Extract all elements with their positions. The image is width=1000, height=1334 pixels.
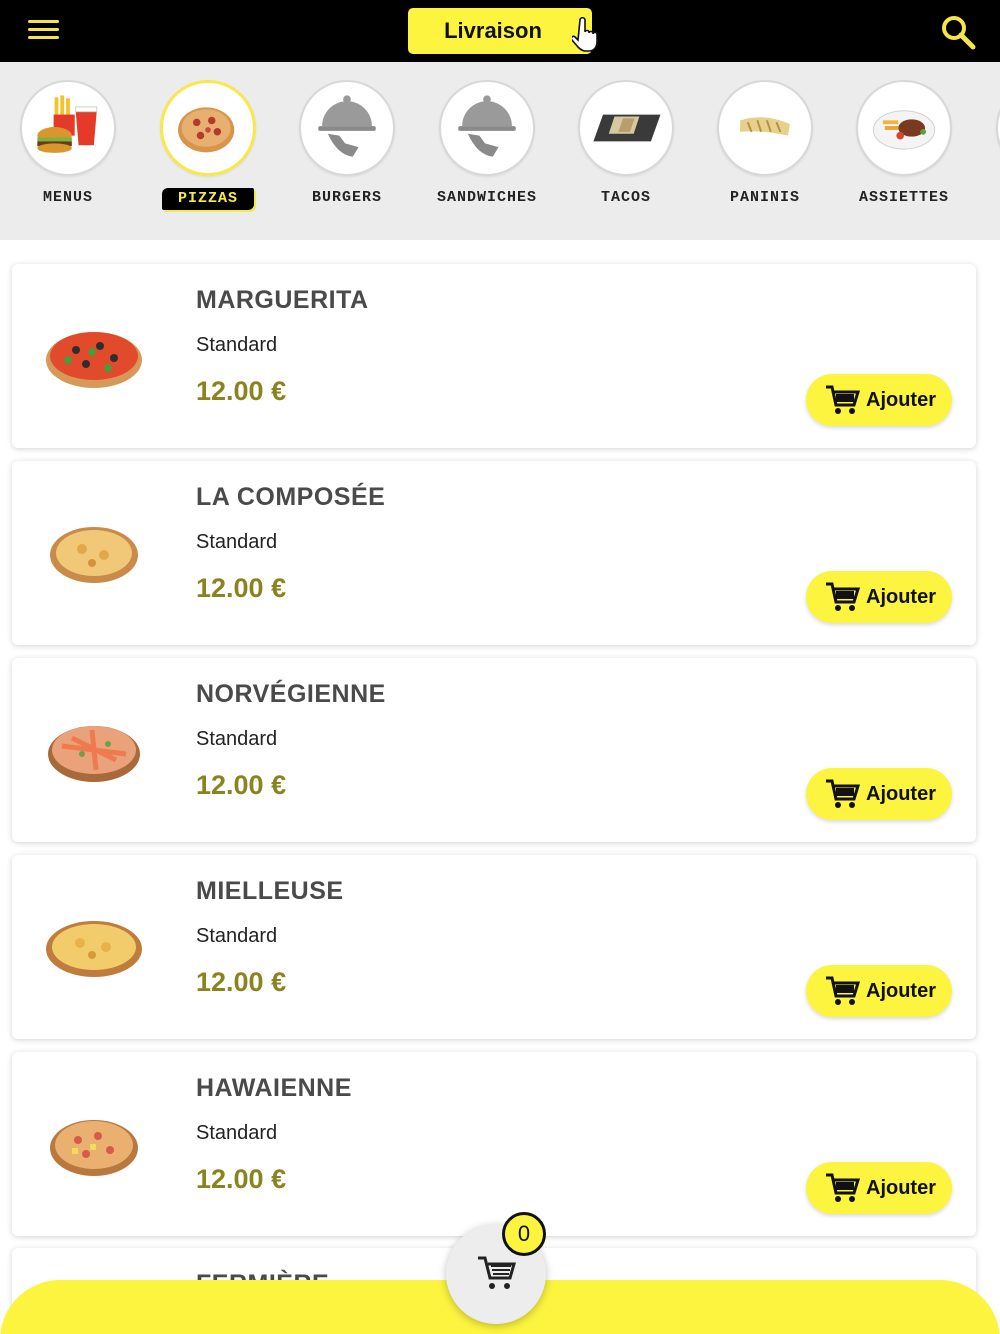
category-label: BURGERS — [311, 189, 382, 206]
menu-combo-icon — [20, 80, 116, 176]
product-size: Standard — [196, 334, 278, 356]
add-to-cart-button[interactable]: Ajouter — [806, 571, 952, 623]
add-label: Ajouter — [866, 388, 936, 411]
product-size: Standard — [196, 1122, 278, 1144]
pizza-image — [48, 726, 140, 782]
product-price: 12.00 € — [196, 770, 287, 800]
category-next-partial[interactable] — [984, 80, 1000, 176]
hamburger-menu-icon[interactable] — [28, 20, 60, 42]
category-label: PIZZAS — [162, 188, 254, 210]
add-label: Ajouter — [866, 1176, 936, 1199]
panini-icon — [717, 80, 813, 176]
cart-icon — [826, 779, 860, 808]
category-tacos[interactable]: TACOS — [566, 80, 686, 208]
add-to-cart-button[interactable]: Ajouter — [806, 374, 952, 426]
plate-icon — [856, 80, 952, 176]
add-label: Ajouter — [866, 782, 936, 805]
product-size: Standard — [196, 925, 278, 947]
category-next-icon — [996, 80, 1000, 176]
product-name: NORVÉGIENNE — [196, 680, 386, 708]
category-assiettes[interactable]: ASSIETTES — [844, 80, 964, 208]
top-bar: Livraison — [0, 0, 1000, 62]
product-card-norvegienne: NORVÉGIENNE Standard 12.00 € Ajouter — [12, 658, 976, 842]
product-card-hawaienne: HAWAIENNE Standard 12.00 € Ajouter — [12, 1052, 976, 1236]
delivery-mode-label: Livraison — [444, 18, 542, 43]
category-menus[interactable]: MENUS — [8, 80, 128, 208]
pizza-image — [50, 1120, 138, 1176]
category-label: ASSIETTES — [858, 189, 949, 206]
pointing-hand-icon — [572, 16, 598, 52]
product-price: 12.00 € — [196, 376, 287, 406]
tacos-icon — [578, 80, 674, 176]
add-to-cart-button[interactable]: Ajouter — [806, 965, 952, 1017]
product-card-marguerita: MARGUERITA Standard 12.00 € Ajouter — [12, 264, 976, 448]
cart-icon — [826, 385, 860, 414]
category-paninis[interactable]: PANINIS — [705, 80, 825, 208]
product-price: 12.00 € — [196, 967, 287, 997]
product-size: Standard — [196, 531, 278, 553]
category-burgers[interactable]: BURGERS — [287, 80, 407, 208]
category-pizzas[interactable]: PIZZAS — [148, 80, 268, 210]
category-label: TACOS — [600, 189, 651, 206]
category-bar: MENUS PIZZAS BURGERS SANDWICHES TACOS PA… — [0, 62, 1000, 240]
cloche-icon — [439, 80, 535, 176]
cart-icon — [826, 1173, 860, 1202]
category-label: SANDWICHES — [437, 189, 538, 206]
pizza-icon — [160, 80, 256, 176]
add-to-cart-button[interactable]: Ajouter — [806, 768, 952, 820]
product-name: MIELLEUSE — [196, 877, 344, 905]
cart-icon — [826, 582, 860, 611]
product-card-mielleuse: MIELLEUSE Standard 12.00 € Ajouter — [12, 855, 976, 1039]
delivery-mode-button[interactable]: Livraison — [408, 8, 592, 54]
category-label: MENUS — [42, 189, 93, 206]
product-size: Standard — [196, 728, 278, 750]
cart-count-badge: 0 — [502, 1212, 546, 1256]
cloche-icon — [299, 80, 395, 176]
category-label: PANINIS — [729, 189, 800, 206]
pizza-image — [50, 527, 138, 583]
category-sandwiches[interactable]: SANDWICHES — [427, 80, 547, 208]
product-name: HAWAIENNE — [196, 1074, 352, 1102]
product-price: 12.00 € — [196, 1164, 287, 1194]
pizza-image — [46, 332, 142, 388]
product-name: MARGUERITA — [196, 286, 369, 314]
pizza-image — [46, 921, 142, 977]
add-label: Ajouter — [866, 585, 936, 608]
product-price: 12.00 € — [196, 573, 287, 603]
cart-icon — [826, 976, 860, 1005]
product-name: LA COMPOSÉE — [196, 483, 386, 511]
add-label: Ajouter — [866, 979, 936, 1002]
product-card-la-composee: LA COMPOSÉE Standard 12.00 € Ajouter — [12, 461, 976, 645]
search-icon[interactable] — [940, 14, 976, 50]
cart-icon — [478, 1256, 516, 1289]
add-to-cart-button[interactable]: Ajouter — [806, 1162, 952, 1214]
